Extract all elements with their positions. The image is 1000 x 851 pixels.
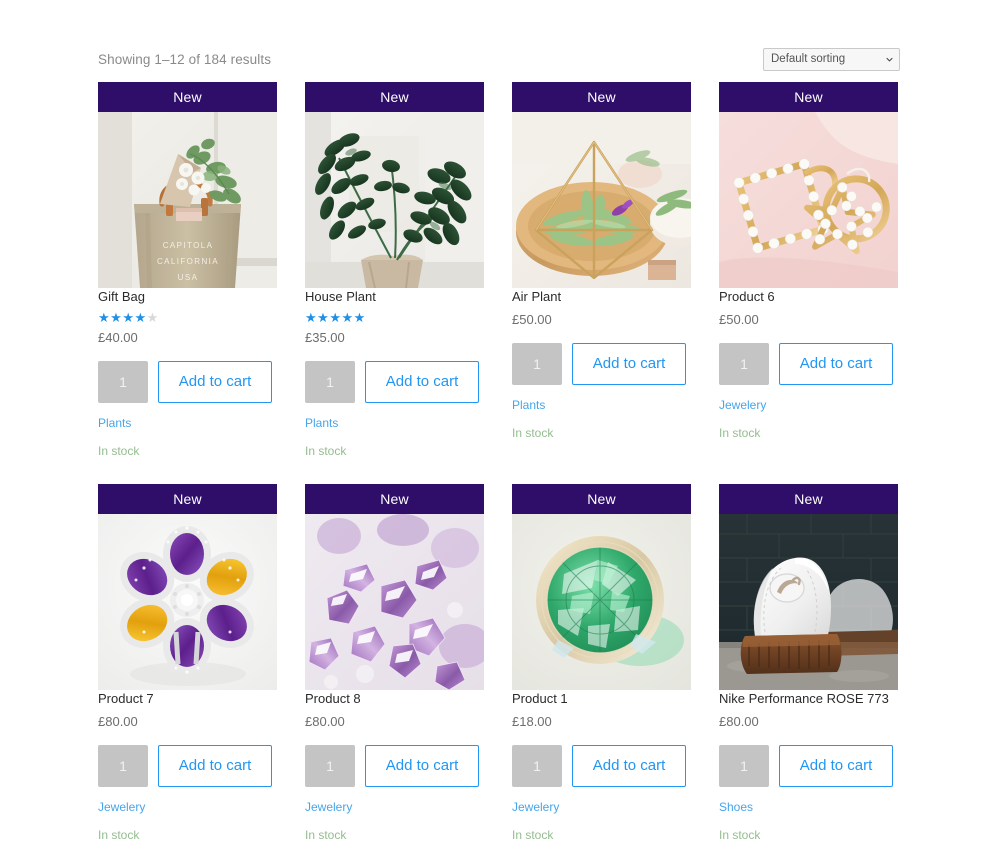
product-image[interactable]: CAPITOLA CALIFORNIA USA <box>98 112 277 288</box>
star-rating-icon: ★★★★★ <box>98 310 159 325</box>
stock-status: In stock <box>512 828 554 842</box>
product-image[interactable] <box>512 112 691 288</box>
product-price: £50.00 <box>512 312 552 327</box>
shop-toolbar: Showing 1–12 of 184 results Default sort… <box>98 48 900 78</box>
new-badge: New <box>305 484 484 514</box>
product-price: £18.00 <box>512 714 552 729</box>
product-image[interactable] <box>719 514 898 690</box>
product-card: New Product 6 £50.00 Add to cart Jewelery In … <box>719 82 898 484</box>
add-to-cart-button[interactable]: Add to cart <box>779 343 893 385</box>
product-category-link[interactable]: Plants <box>512 398 545 412</box>
quantity-input[interactable] <box>305 745 355 787</box>
result-count: Showing 1–12 of 184 results <box>98 52 272 67</box>
product-title[interactable]: Product 1 <box>512 691 568 706</box>
quantity-input[interactable] <box>512 745 562 787</box>
add-to-cart-button[interactable]: Add to cart <box>365 361 479 403</box>
quantity-input[interactable] <box>305 361 355 403</box>
product-card: New House Plant ★★★★★ £35.00 Add to cart Plan… <box>305 82 484 484</box>
product-price: £40.00 <box>98 330 138 345</box>
add-to-cart-row: Add to cart <box>305 745 484 787</box>
quantity-input[interactable] <box>719 343 769 385</box>
product-title[interactable]: House Plant <box>305 289 376 304</box>
product-image[interactable] <box>719 112 898 288</box>
product-card: New Product 8 £80.00 Add to cart Jewelery In … <box>305 484 484 851</box>
product-price: £80.00 <box>98 714 138 729</box>
product-image[interactable] <box>512 514 691 690</box>
product-title[interactable]: Product 8 <box>305 691 361 706</box>
add-to-cart-row: Add to cart <box>719 343 898 385</box>
product-image[interactable] <box>305 514 484 690</box>
product-category-link[interactable]: Plants <box>98 416 131 430</box>
product-price: £80.00 <box>305 714 345 729</box>
stock-status: In stock <box>98 444 140 458</box>
product-category-link[interactable]: Plants <box>305 416 338 430</box>
add-to-cart-button[interactable]: Add to cart <box>572 343 686 385</box>
quantity-input[interactable] <box>98 745 148 787</box>
add-to-cart-button[interactable]: Add to cart <box>572 745 686 787</box>
add-to-cart-row: Add to cart <box>305 361 484 403</box>
product-title[interactable]: Gift Bag <box>98 289 145 304</box>
add-to-cart-button[interactable]: Add to cart <box>158 361 272 403</box>
add-to-cart-button[interactable]: Add to cart <box>158 745 272 787</box>
new-badge: New <box>98 484 277 514</box>
product-card: New Product 1 £18.00 Add to cart Jewelery In … <box>512 484 691 851</box>
quantity-input[interactable] <box>512 343 562 385</box>
stock-status: In stock <box>98 828 140 842</box>
product-card: New Product 7 £80.00 Add to cart Jewelery In … <box>98 484 277 851</box>
quantity-input[interactable] <box>719 745 769 787</box>
product-title[interactable]: Nike Performance ROSE 773 <box>719 691 889 706</box>
product-image[interactable] <box>98 514 277 690</box>
stock-status: In stock <box>512 426 554 440</box>
star-rating-icon: ★★★★★ <box>305 310 366 325</box>
new-badge: New <box>512 82 691 112</box>
product-category-link[interactable]: Jewelery <box>305 800 352 814</box>
product-card: New Air Plant £50.00 Add to cart Plants In st… <box>512 82 691 484</box>
stock-status: In stock <box>305 444 347 458</box>
add-to-cart-button[interactable]: Add to cart <box>779 745 893 787</box>
product-grid: New CAPITOLA CALIFORNIA USA Gift Bag ★★★★★ £40… <box>98 82 898 851</box>
add-to-cart-button[interactable]: Add to cart <box>365 745 479 787</box>
product-price: £35.00 <box>305 330 345 345</box>
sorting-select[interactable]: Default sortingSort by popularitySort by… <box>763 48 900 71</box>
add-to-cart-row: Add to cart <box>98 361 277 403</box>
svg-text:CAPITOLA: CAPITOLA <box>163 241 214 250</box>
new-badge: New <box>719 82 898 112</box>
svg-text:CALIFORNIA: CALIFORNIA <box>157 257 219 266</box>
add-to-cart-row: Add to cart <box>98 745 277 787</box>
shop-page: Showing 1–12 of 184 results Default sort… <box>0 0 1000 851</box>
quantity-input[interactable] <box>98 361 148 403</box>
stock-status: In stock <box>719 828 761 842</box>
product-title[interactable]: Product 6 <box>719 289 775 304</box>
product-card: New CAPITOLA CALIFORNIA USA Gift Bag ★★★★★ £40… <box>98 82 277 484</box>
product-price: £50.00 <box>719 312 759 327</box>
add-to-cart-row: Add to cart <box>719 745 898 787</box>
product-title[interactable]: Air Plant <box>512 289 561 304</box>
new-badge: New <box>719 484 898 514</box>
product-image[interactable] <box>305 112 484 288</box>
product-category-link[interactable]: Jewelery <box>98 800 145 814</box>
new-badge: New <box>98 82 277 112</box>
product-card: New Nike Performance ROSE 773 £80.00 Add to… <box>719 484 898 851</box>
product-category-link[interactable]: Jewelery <box>719 398 766 412</box>
product-category-link[interactable]: Jewelery <box>512 800 559 814</box>
product-title[interactable]: Product 7 <box>98 691 154 706</box>
svg-text:USA: USA <box>178 273 199 282</box>
new-badge: New <box>305 82 484 112</box>
product-category-link[interactable]: Shoes <box>719 800 753 814</box>
new-badge: New <box>512 484 691 514</box>
add-to-cart-row: Add to cart <box>512 745 691 787</box>
stock-status: In stock <box>719 426 761 440</box>
add-to-cart-row: Add to cart <box>512 343 691 385</box>
stock-status: In stock <box>305 828 347 842</box>
product-price: £80.00 <box>719 714 759 729</box>
